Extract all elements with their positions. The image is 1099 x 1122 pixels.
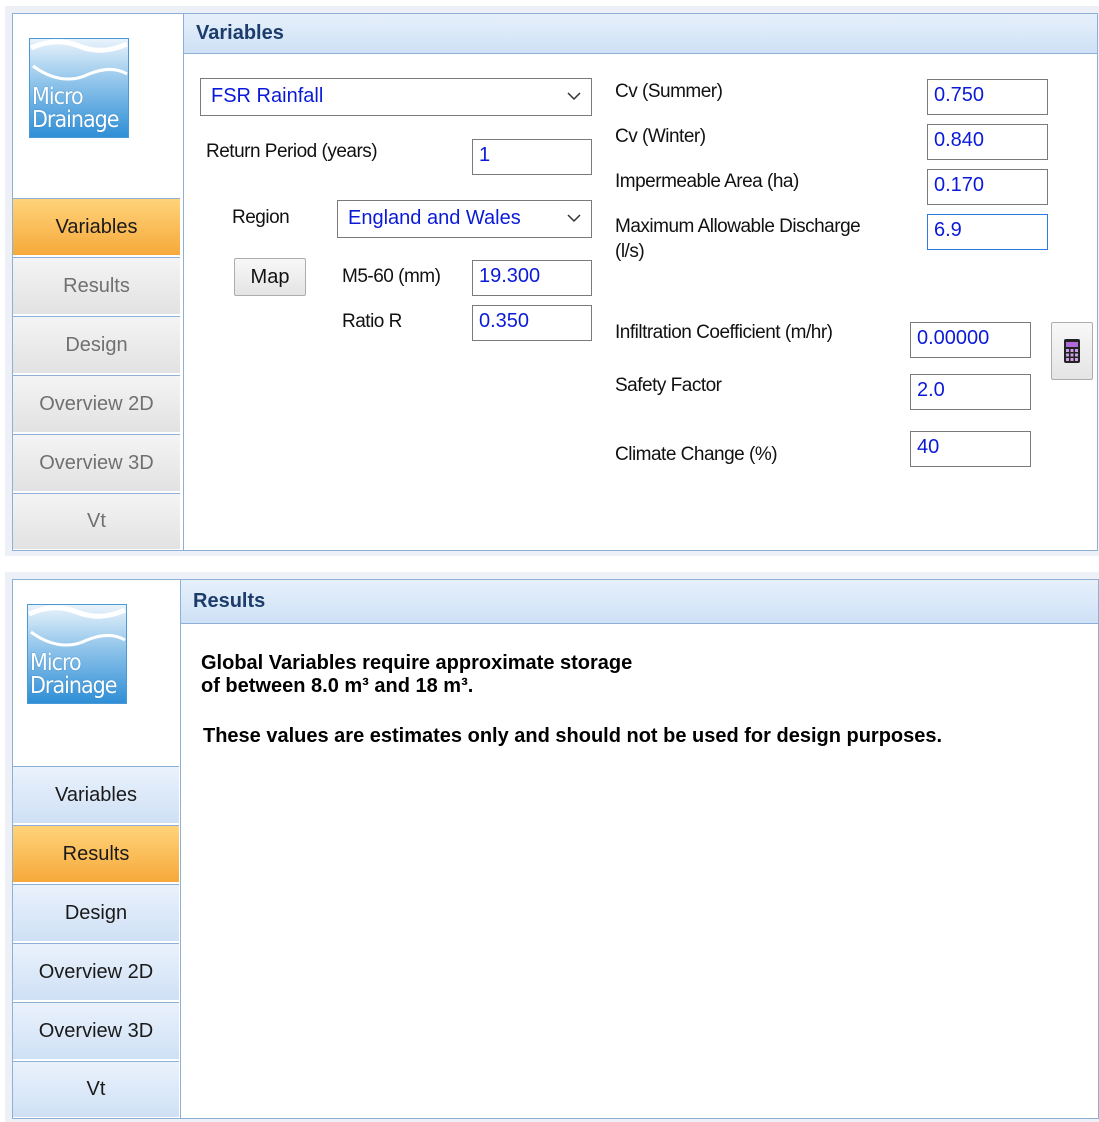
cv-winter-label: Cv (Winter) <box>615 126 706 147</box>
cv-summer-label: Cv (Summer) <box>615 81 723 102</box>
nav-design[interactable]: Design <box>13 884 179 941</box>
region-label: Region <box>232 207 290 228</box>
nav-overview-3d[interactable]: Overview 3D <box>13 434 180 491</box>
nav-variables[interactable]: Variables <box>13 766 179 823</box>
safety-factor-input[interactable]: 2.0 <box>910 374 1031 410</box>
nav-overview-2d[interactable]: Overview 2D <box>13 375 180 432</box>
nav-overview-3d[interactable]: Overview 3D <box>13 1002 179 1059</box>
max-discharge-input[interactable]: 6.9 <box>927 214 1048 250</box>
section-header: Variables <box>184 14 1097 54</box>
logo-text-drainage: Drainage <box>32 107 120 133</box>
return-period-input[interactable]: 1 <box>472 139 592 175</box>
nav-design[interactable]: Design <box>13 316 180 373</box>
micro-drainage-logo: Micro Drainage <box>29 38 129 138</box>
region-value: England and Wales <box>348 207 521 229</box>
nav-vt[interactable]: Vt <box>13 1061 179 1117</box>
logo-text-drainage: Drainage <box>30 673 118 699</box>
results-message-line2: of between 8.0 m³ and 18 m³. <box>201 675 474 697</box>
impermeable-area-input[interactable]: 0.170 <box>927 169 1048 205</box>
variables-panel: Micro Drainage Variables Results Design … <box>5 6 1099 556</box>
climate-change-input[interactable]: 40 <box>910 431 1031 467</box>
safety-factor-label: Safety Factor <box>615 375 722 396</box>
micro-drainage-logo: Micro Drainage <box>27 604 127 704</box>
cv-summer-input[interactable]: 0.750 <box>927 79 1048 115</box>
section-header: Results <box>181 580 1098 624</box>
chevron-down-icon <box>567 92 581 101</box>
ratio-r-input[interactable]: 0.350 <box>472 305 592 341</box>
map-button[interactable]: Map <box>234 258 306 296</box>
nav-overview-2d[interactable]: Overview 2D <box>13 943 179 1000</box>
logo-text-micro: Micro <box>32 84 84 110</box>
climate-change-label: Climate Change (%) <box>615 444 778 465</box>
sidebar: Micro Drainage Variables Results Design … <box>12 13 185 551</box>
m560-input[interactable]: 19.300 <box>472 260 592 296</box>
rainfall-type-value: FSR Rainfall <box>211 85 324 107</box>
nav-results[interactable]: Results <box>13 825 179 882</box>
sidebar: Micro Drainage Variables Results Design … <box>12 579 182 1119</box>
nav-vt[interactable]: Vt <box>13 493 180 549</box>
nav-results[interactable]: Results <box>13 257 180 314</box>
region-select[interactable]: England and Wales <box>337 200 592 238</box>
results-content: Results Global Variables require approxi… <box>180 579 1099 1119</box>
rainfall-type-select[interactable]: FSR Rainfall <box>200 78 592 116</box>
variables-content: Variables FSR Rainfall Return Period (ye… <box>183 13 1098 551</box>
chevron-down-icon <box>567 214 581 223</box>
nav-variables[interactable]: Variables <box>13 198 180 255</box>
results-disclaimer: These values are estimates only and shou… <box>203 725 943 747</box>
cv-winter-input[interactable]: 0.840 <box>927 124 1048 160</box>
infiltration-label: Infiltration Coefficient (m/hr) <box>615 322 833 343</box>
results-message-line1: Global Variables require approximate sto… <box>201 652 633 674</box>
infiltration-input[interactable]: 0.00000 <box>910 322 1031 358</box>
calculator-button[interactable] <box>1051 322 1093 380</box>
ratio-r-label: Ratio R <box>342 311 402 332</box>
impermeable-area-label: Impermeable Area (ha) <box>615 171 799 192</box>
logo-text-micro: Micro <box>30 650 82 676</box>
max-discharge-label: Maximum Allowable Discharge <box>615 216 861 237</box>
max-discharge-unit-label: (l/s) <box>615 241 645 262</box>
return-period-label: Return Period (years) <box>206 141 378 162</box>
calculator-icon <box>1064 339 1080 363</box>
m560-label: M5-60 (mm) <box>342 266 441 287</box>
results-panel: Micro Drainage Variables Results Design … <box>5 572 1099 1122</box>
